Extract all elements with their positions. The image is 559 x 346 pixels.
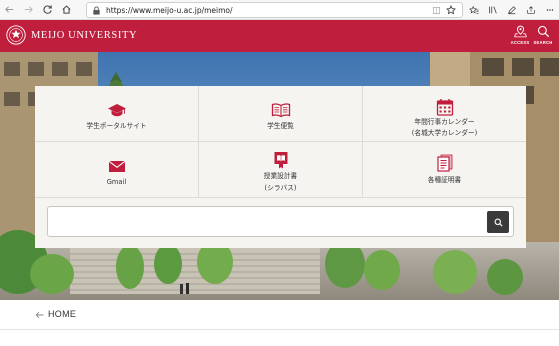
pen-note-icon	[507, 6, 516, 15]
share-icon	[526, 6, 535, 14]
home-button[interactable]	[57, 0, 76, 20]
menu-grid: 学生ポータルサイト 学生便覧 年間行事カレンダー (名城大学カレンダー) Gma…	[35, 86, 526, 198]
menu-certificates[interactable]: 各種証明書	[363, 142, 526, 198]
header-search-button[interactable]: SEARCH	[530, 24, 556, 50]
more-dots-icon	[546, 9, 553, 11]
menu-label: 学生ポータルサイト	[86, 122, 147, 130]
refresh-button[interactable]	[38, 0, 57, 20]
reading-list-icon	[488, 6, 497, 14]
search-label: SEARCH	[533, 40, 553, 45]
site-header: MEIJO UNIVERSITY ACCESS SEARCH	[0, 20, 559, 52]
university-emblem-icon[interactable]	[6, 25, 26, 45]
back-arrow-icon	[35, 311, 44, 319]
menu-label-line2: (シラバス)	[264, 184, 297, 192]
syllabus-book-icon	[274, 152, 287, 169]
certificate-icon	[436, 154, 452, 172]
search-icon	[537, 25, 549, 38]
back-button[interactable]	[0, 0, 19, 20]
browser-right-tools	[464, 0, 559, 20]
forward-arrow-icon	[24, 6, 33, 13]
menu-label: 学生便覧	[267, 122, 294, 130]
menu-student-handbook[interactable]: 学生便覧	[199, 86, 363, 142]
browser-toolbar: https://www.meijo-u.ac.jp/meimo/	[0, 0, 559, 20]
calendar-icon	[436, 99, 453, 116]
menu-annual-calendar[interactable]: 年間行事カレンダー (名城大学カレンダー)	[363, 86, 526, 142]
breadcrumb-home-link[interactable]: HOME	[48, 309, 76, 319]
site-search-button[interactable]	[487, 211, 509, 233]
menu-label-line1: 授業設計書	[263, 172, 298, 180]
reading-view-icon[interactable]	[432, 6, 441, 15]
refresh-icon	[43, 5, 52, 14]
menu-label-line2: (名城大学カレンダー)	[411, 129, 478, 137]
search-icon	[494, 218, 503, 227]
reading-list-button[interactable]	[483, 0, 502, 20]
mail-icon	[108, 160, 125, 172]
menu-label: Gmail	[106, 178, 127, 186]
open-book-icon	[271, 103, 290, 118]
page-content-area	[0, 330, 559, 346]
breadcrumb: HOME	[0, 300, 559, 330]
menu-student-portal[interactable]: 学生ポータルサイト	[35, 86, 199, 142]
favorites-list-icon	[468, 5, 479, 14]
favorites-button[interactable]	[464, 0, 483, 20]
menu-syllabus[interactable]: 授業設計書 (シラバス)	[199, 142, 363, 198]
access-map-pin-icon	[513, 25, 527, 38]
forward-button[interactable]	[19, 0, 38, 20]
menu-gmail[interactable]: Gmail	[35, 142, 199, 198]
brand-name[interactable]: MEIJO UNIVERSITY	[31, 30, 137, 41]
more-menu-button[interactable]	[540, 0, 559, 20]
portal-menu-panel: 学生ポータルサイト 学生便覧 年間行事カレンダー (名城大学カレンダー) Gma…	[35, 86, 526, 248]
graduation-cap-icon	[107, 104, 126, 117]
home-icon	[62, 5, 71, 14]
site-search-input[interactable]	[52, 211, 482, 232]
menu-label: 各種証明書	[427, 176, 462, 184]
menu-label-line1: 年間行事カレンダー	[414, 118, 475, 126]
favorite-star-icon[interactable]	[446, 5, 456, 15]
notes-button[interactable]	[502, 0, 521, 20]
back-arrow-icon	[5, 6, 14, 13]
lock-icon	[93, 5, 100, 15]
url-text: https://www.meijo-u.ac.jp/meimo/	[106, 5, 233, 15]
address-bar[interactable]: https://www.meijo-u.ac.jp/meimo/	[86, 2, 463, 18]
share-button[interactable]	[521, 0, 540, 20]
site-search-box	[47, 206, 514, 237]
